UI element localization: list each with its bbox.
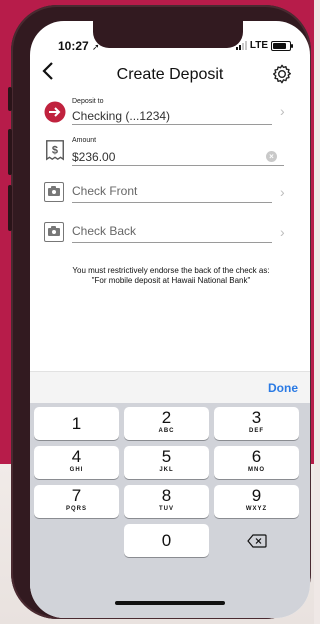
- phone-screen: 10:27 ➚ LTE Create Deposit Deposit to Ch…: [30, 21, 310, 618]
- camera-icon: [44, 182, 64, 202]
- check-back-row[interactable]: Check Back ›: [30, 219, 310, 249]
- clear-icon[interactable]: ×: [266, 151, 277, 162]
- key-7[interactable]: 7 PQRS: [34, 485, 119, 518]
- key-8[interactable]: 8 TUV: [124, 485, 209, 518]
- deposit-account-value: Checking (...1234): [72, 109, 171, 123]
- divider: [72, 202, 272, 203]
- amount-row[interactable]: $ Amount $236.00 ×: [30, 136, 310, 172]
- gear-icon[interactable]: [271, 63, 293, 85]
- key-9[interactable]: 9 WXYZ: [214, 485, 299, 518]
- home-indicator: [115, 601, 225, 605]
- divider: [72, 242, 272, 243]
- key-1[interactable]: 1: [34, 407, 119, 440]
- receipt-dollar-icon: $: [46, 140, 64, 161]
- key-2[interactable]: 2 ABC: [124, 407, 209, 440]
- status-indicators: LTE: [235, 40, 293, 51]
- arrow-circle-icon: [44, 101, 66, 123]
- divider: [72, 165, 284, 166]
- divider: [72, 124, 272, 125]
- numeric-keyboard: 1 2 ABC 3 DEF 4 GHI 5 JKL 6 MNO 7 PQRS 8 TUV: [30, 403, 310, 618]
- check-front-label: Check Front: [72, 184, 138, 198]
- status-time: 10:27 ➚: [58, 39, 100, 53]
- key-0[interactable]: 0: [124, 524, 209, 557]
- keyboard-toolbar: Done: [30, 371, 310, 404]
- volume-up-button: [8, 129, 12, 175]
- deposit-to-row[interactable]: Deposit to Checking (...1234) ›: [30, 97, 310, 131]
- amount-input[interactable]: $236.00: [72, 150, 115, 164]
- deposit-to-label: Deposit to: [72, 98, 104, 105]
- key-5[interactable]: 5 JKL: [124, 446, 209, 479]
- mute-switch: [8, 87, 12, 111]
- phone-frame: 10:27 ➚ LTE Create Deposit Deposit to Ch…: [8, 5, 311, 619]
- page-title: Create Deposit: [116, 66, 224, 83]
- backspace-icon: [246, 534, 267, 548]
- battery-icon: [271, 40, 293, 51]
- key-6[interactable]: 6 MNO: [214, 446, 299, 479]
- chevron-right-icon: ›: [280, 184, 285, 200]
- amount-label: Amount: [72, 137, 97, 144]
- network-type: LTE: [249, 40, 268, 51]
- check-back-label: Check Back: [72, 224, 137, 238]
- camera-icon: [44, 222, 64, 242]
- check-front-row[interactable]: Check Front ›: [30, 179, 310, 209]
- notch: [93, 21, 243, 48]
- endorsement-notice: You must restrictively endorse the back …: [72, 266, 270, 285]
- chevron-right-icon: ›: [280, 103, 285, 119]
- key-3[interactable]: 3 DEF: [214, 407, 299, 440]
- key-4[interactable]: 4 GHI: [34, 446, 119, 479]
- volume-down-button: [8, 185, 12, 231]
- done-button[interactable]: Done: [268, 381, 298, 395]
- backspace-button[interactable]: [214, 524, 299, 557]
- svg-text:$: $: [52, 145, 58, 157]
- chevron-right-icon: ›: [280, 224, 285, 240]
